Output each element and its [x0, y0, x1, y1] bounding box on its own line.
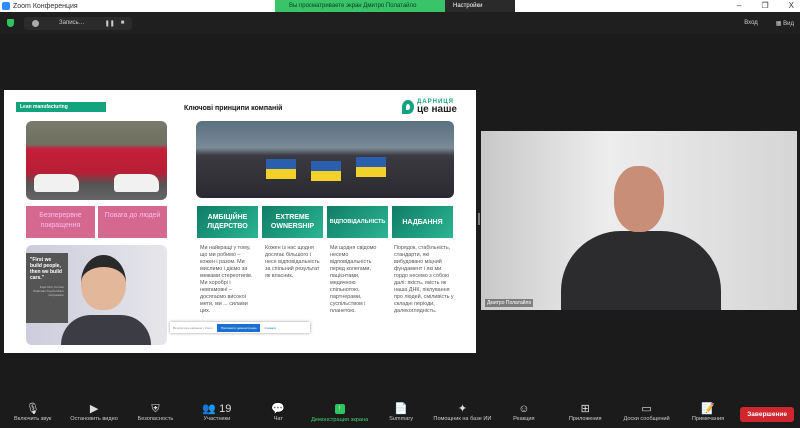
share-screen-icon: ↑ [334, 404, 345, 414]
face [81, 255, 126, 310]
principle-text: Кожен із нас щодня досягає більшого і не… [265, 245, 320, 279]
stop-recording-button[interactable]: ■ [121, 20, 125, 27]
unmute-button[interactable]: 🎙 Включить звук [2, 398, 63, 422]
suit [61, 315, 151, 345]
meeting-toolbar: 🎙 Включить звук ▶ Остановить видео ⛨ Безопасн… [0, 398, 800, 428]
notes-button[interactable]: 📝 Примечания [677, 398, 738, 422]
person-body [561, 231, 721, 310]
stop-share-button[interactable]: Припинити демонстрацію [216, 323, 261, 332]
share-screen-button[interactable]: ↑ Демонстрация экрана [309, 398, 370, 423]
brand-mark-icon [402, 99, 414, 114]
maximize-button[interactable]: ❐ [761, 0, 768, 12]
notes-icon: 📝 [701, 403, 715, 415]
car-image [114, 174, 159, 192]
window-controls: – ❐ X [737, 0, 794, 12]
toyota-team-photo [26, 121, 167, 200]
popup-text: Ви ділитесь екраном у Zoom [173, 325, 213, 330]
principle-chip: ВІДПОВІДАЛЬНІСТЬ [327, 206, 388, 238]
whiteboards-button[interactable]: ▭ Доски сообщений [616, 398, 677, 422]
toolbar-label: Приложения [568, 416, 602, 422]
brand-bottom: це наше [417, 104, 457, 115]
ai-assistant-icon: ✦ [457, 403, 468, 415]
principle-text: Порядок, стабільність, стандарти, які ви… [394, 245, 454, 314]
slide-title: Ключові принципи компаній [184, 105, 283, 112]
toolbar-label: Чат [273, 416, 283, 422]
toolbar-label: Остановить видео [70, 416, 118, 422]
quote-box: "First we build people, then we build ca… [26, 253, 68, 323]
share-popup: Ви ділитесь екраном у Zoom Припинити дем… [170, 322, 310, 333]
end-meeting-button[interactable]: Завершение [740, 407, 794, 422]
quote-text: "First we build people, then we build ca… [30, 257, 62, 281]
stop-video-button[interactable]: ▶ Остановить видео [63, 398, 124, 422]
summary-icon: 📄 [394, 403, 408, 415]
toolbar-label: Демонстрация экрана [311, 417, 369, 423]
toolbar-label: Помощник на базе ИИ [433, 416, 492, 422]
view-settings-button[interactable]: Настройки просмотра ⌄ [445, 0, 515, 21]
participant-video[interactable]: Дмитро Полатайло [481, 131, 797, 310]
recording-icon [32, 19, 39, 27]
flag [266, 159, 296, 179]
pink-tile: Повага до людей [98, 206, 167, 238]
security-icon: ⛨ [151, 403, 160, 415]
principle-chip: АМБІЦІЙНЕ ЛІДЕРСТВО [197, 206, 258, 238]
team-photo [196, 121, 454, 198]
slide-tag: Lean manufacturing [16, 102, 106, 112]
meeting-top-bar: Запись… ❚❚ ■ Вход ▦ Вид [0, 12, 800, 34]
toolbar-label: Summary [389, 416, 413, 422]
close-button[interactable]: X [789, 0, 794, 12]
stop-video-icon: ▶ [89, 403, 99, 415]
portrait-photo: "First we build people, then we build ca… [26, 245, 167, 345]
flag [356, 157, 386, 177]
zoom-logo-icon [2, 2, 10, 10]
person-head [614, 166, 664, 232]
reactions-icon: ☺ [518, 403, 530, 415]
viewing-text: Вы просматриваете экран Дмитро Полатайло [275, 0, 445, 12]
view-button[interactable]: ▦ Вид [776, 20, 794, 27]
principle-text: Ми щодня свідомо несемо відповідальність… [330, 245, 377, 314]
window-title: Zoom Конференция [13, 2, 78, 10]
chat-icon: 💬 [271, 403, 286, 415]
pause-recording-button[interactable]: ❚❚ [105, 20, 115, 27]
shared-screen-slide: Lean manufacturing Безперервне покращенн… [4, 90, 476, 353]
principle-chip: НАДБАННЯ [392, 206, 453, 238]
brand-logo: ДАРНИЦЯ це наше [402, 99, 457, 115]
minimize-button[interactable]: – [737, 0, 741, 12]
participants-button[interactable]: 👥 19 Участники [186, 398, 247, 422]
toolbar-label: Включить звук [14, 416, 52, 422]
reactions-button[interactable]: ☺ Реакция [493, 398, 554, 422]
toolbar-label: Участники [203, 416, 231, 422]
unmute-icon: 🎙 [25, 403, 40, 415]
chat-button[interactable]: 💬 Чат [248, 398, 309, 422]
quote-author: Fujio Cho, Former Chairman Toyota Motor … [32, 285, 64, 297]
login-button[interactable]: Вход [744, 20, 758, 27]
pink-tile: Безперервне покращення [26, 206, 95, 238]
apps-button[interactable]: ⊞ Приложения [555, 398, 616, 422]
recording-label: Запись… [59, 20, 85, 26]
security-button[interactable]: ⛨ Безопасность [125, 398, 186, 422]
toolbar-label: Реакция [513, 416, 535, 422]
apps-icon: ⊞ [580, 403, 590, 415]
participant-name: Дмитро Полатайло [485, 299, 534, 307]
toolbar-label: Примечания [691, 416, 725, 422]
viewing-banner: Вы просматриваете экран Дмитро Полатайло… [275, 0, 515, 21]
summary-button[interactable]: 📄 Summary [370, 398, 431, 422]
encryption-shield-icon[interactable] [7, 19, 14, 27]
toolbar-label: Доски сообщений [623, 416, 670, 422]
flag [311, 161, 341, 181]
principle-chip: EXTREME OWNERSHIP [262, 206, 323, 238]
ai-assistant-button[interactable]: ✦ Помощник на базе ИИ [432, 398, 493, 422]
car-image [34, 174, 79, 192]
whiteboards-icon: ▭ [641, 403, 652, 415]
toolbar-label: Безопасность [137, 416, 174, 422]
splitter-handle[interactable] [478, 213, 480, 225]
participants-icon: 👥 19 [202, 403, 232, 415]
recording-indicator: Запись… ❚❚ ■ [24, 16, 133, 30]
hide-link[interactable]: Сховати [264, 326, 276, 330]
